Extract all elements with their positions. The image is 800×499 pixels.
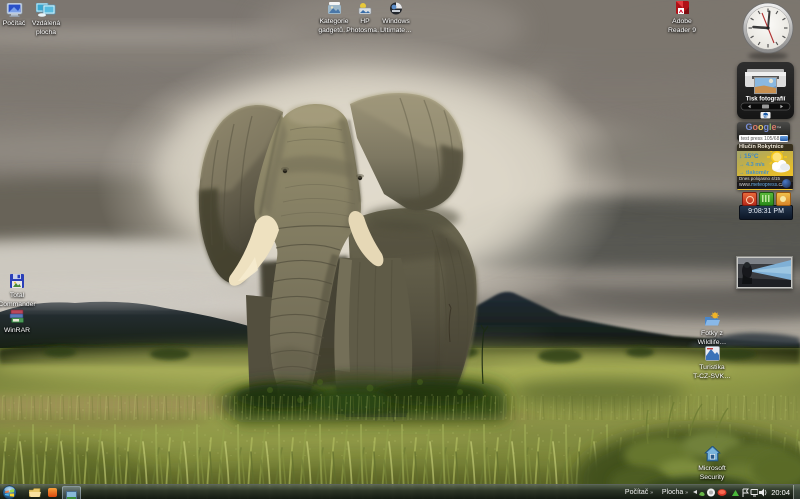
svg-text:↓ 15°C: ↓ 15°C [739,152,759,160]
svg-text:Tisk fotografií: Tisk fotografií [746,97,786,103]
svg-text:hp: hp [763,113,768,118]
svg-text:→ 4.3 m/s: → 4.3 m/s [739,162,765,168]
